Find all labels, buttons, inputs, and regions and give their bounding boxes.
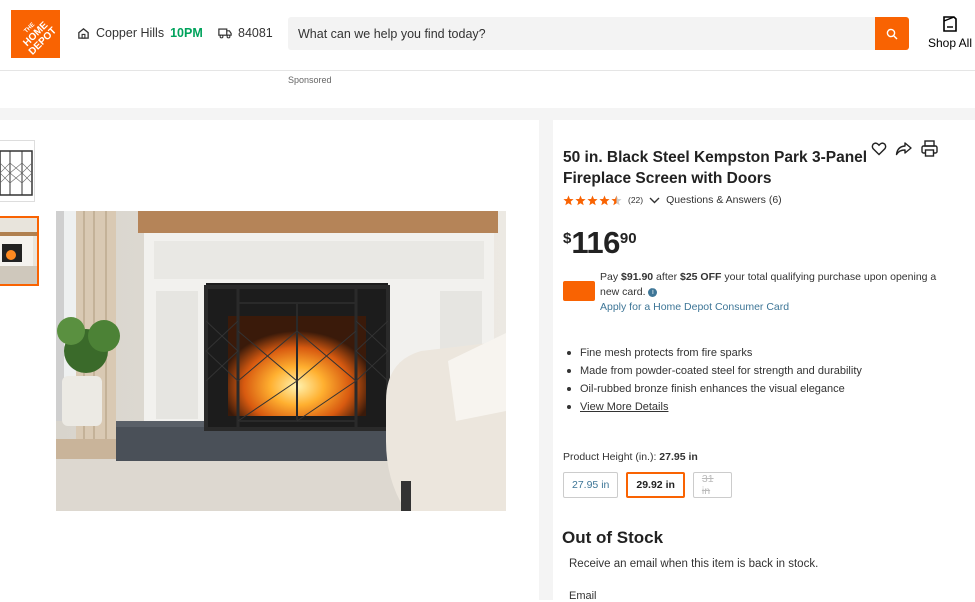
price-dollars: 116 xyxy=(571,225,620,260)
search-icon xyxy=(886,28,898,39)
site-header: THE HOME DEPOT Copper Hills 10PM 84081 S… xyxy=(0,0,975,71)
chevron-down-icon[interactable] xyxy=(649,197,660,204)
highlight-item: Made from powder-coated steel for streng… xyxy=(563,363,862,381)
truck-icon xyxy=(218,28,232,39)
highlight-item: Fine mesh protects from fire sparks xyxy=(563,345,862,363)
column-gutter xyxy=(539,108,553,600)
delivery-zip-selector[interactable]: 84081 xyxy=(218,26,273,40)
price-currency: $ xyxy=(563,230,572,247)
half-star-icon xyxy=(611,195,622,205)
height-option-29-92[interactable]: 29.92 in xyxy=(626,472,685,498)
heart-icon[interactable] xyxy=(871,141,887,156)
search-input[interactable] xyxy=(288,17,868,50)
apply-card-link[interactable]: Apply for a Home Depot Consumer Card xyxy=(600,301,789,313)
zip-code: 84081 xyxy=(238,26,273,40)
notify-text: Receive an email when this item is back … xyxy=(569,558,819,570)
email-label: Email xyxy=(569,590,597,602)
thumbnail-1[interactable] xyxy=(0,140,35,202)
print-icon[interactable] xyxy=(921,140,938,157)
product-summary-card: 50 in. Black Steel Kempston Park 3-Panel… xyxy=(553,120,969,326)
sponsored-label: Sponsored xyxy=(288,75,332,85)
card-promo-text: Pay $91.90 after $25 OFF your total qual… xyxy=(600,271,937,298)
highlights-list: Fine mesh protects from fire sparks Made… xyxy=(563,345,862,417)
info-icon[interactable]: i xyxy=(648,287,658,297)
section-divider xyxy=(0,108,975,120)
questions-answers-link[interactable]: Questions & Answers (6) xyxy=(666,194,782,206)
star-icon xyxy=(563,195,574,205)
view-more-details-link[interactable]: View More Details xyxy=(563,399,862,417)
product-actions xyxy=(871,140,938,157)
product-price: $ 116 90 xyxy=(563,226,637,260)
selected-height-value: 27.95 in xyxy=(659,451,698,463)
store-icon xyxy=(78,27,89,39)
highlight-item: Oil-rubbed bronze finish enhances the vi… xyxy=(563,381,862,399)
stock-status: Out of Stock xyxy=(562,528,664,547)
store-name: Copper Hills xyxy=(96,26,165,40)
share-icon[interactable] xyxy=(895,141,913,156)
star-icon xyxy=(599,195,610,205)
home-depot-logo[interactable]: THE HOME DEPOT xyxy=(11,10,60,58)
product-main-image[interactable] xyxy=(56,211,506,511)
product-highlights-card: Fine mesh protects from fire sparks Made… xyxy=(553,335,969,425)
search-button[interactable] xyxy=(875,17,909,50)
rating-stars xyxy=(563,195,622,206)
price-cents: 90 xyxy=(619,230,637,247)
credit-card-image xyxy=(563,281,595,301)
shop-all-label: Shop All xyxy=(927,36,973,50)
product-title: 50 in. Black Steel Kempston Park 3-Panel… xyxy=(563,149,868,187)
search-bar xyxy=(288,17,909,50)
height-option-27-95[interactable]: 27.95 in xyxy=(563,472,619,498)
shop-all-icon xyxy=(943,16,957,32)
thumbnail-2[interactable] xyxy=(0,216,39,286)
shop-all-button[interactable]: Shop All xyxy=(926,15,974,50)
height-options: 27.95 in 29.92 in 31 in xyxy=(563,472,732,498)
height-option-31[interactable]: 31 in xyxy=(692,472,732,498)
rating-row[interactable]: (22) Questions & Answers (6) xyxy=(563,194,782,206)
star-icon xyxy=(575,195,586,205)
store-selector[interactable]: Copper Hills 10PM xyxy=(77,26,203,40)
height-label: Product Height (in.): 27.95 in xyxy=(563,451,698,463)
stock-card: Out of Stock Receive an email when this … xyxy=(553,519,969,602)
store-hours: 10PM xyxy=(170,26,203,40)
size-selector-card: Product Height (in.): 27.95 in 27.95 in … xyxy=(553,434,969,510)
star-icon xyxy=(587,195,598,205)
review-count[interactable]: (22) xyxy=(628,195,643,205)
